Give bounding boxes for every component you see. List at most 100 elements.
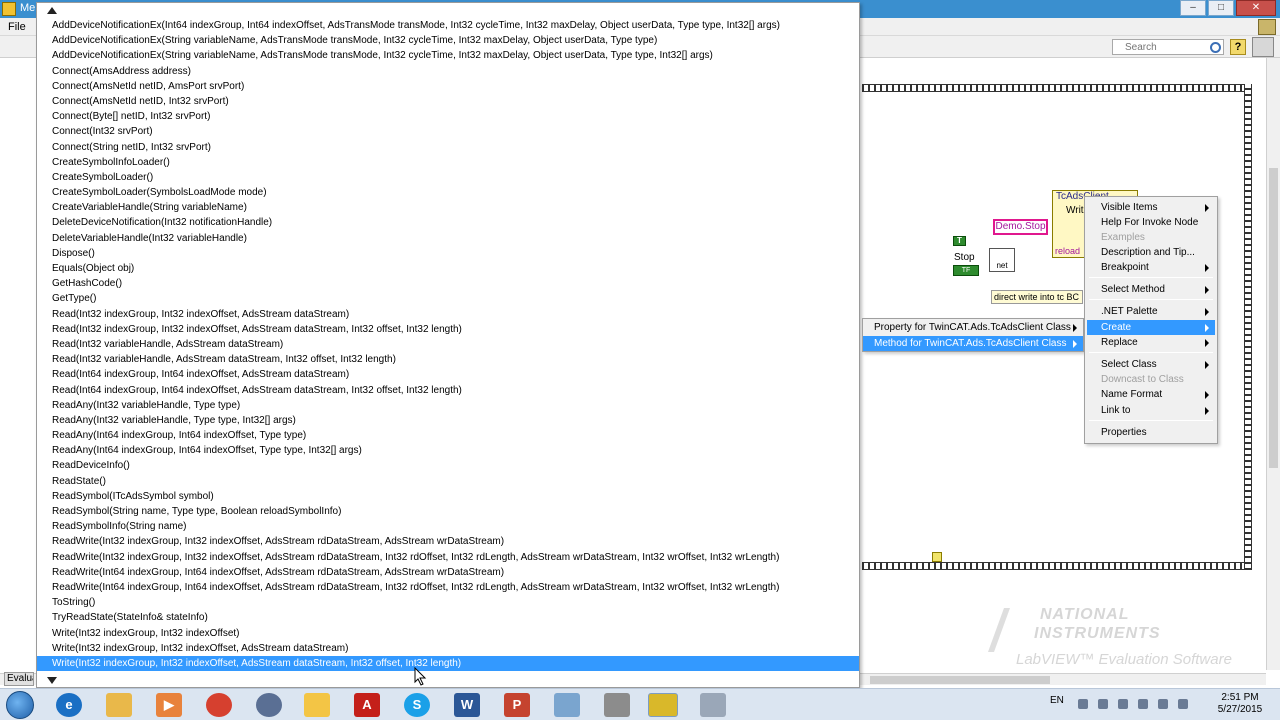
menu-item-link-to[interactable]: Link to — [1087, 403, 1215, 418]
method-list-item[interactable]: Connect(Int32 srvPort) — [37, 124, 859, 139]
true-constant[interactable]: T — [953, 236, 966, 246]
window-taskbar-icon[interactable] — [700, 693, 726, 717]
method-list-item[interactable]: Read(Int32 variableHandle, AdsStream dat… — [37, 352, 859, 367]
tray-icon[interactable] — [1098, 699, 1108, 709]
labview-help-icon[interactable] — [1258, 19, 1276, 35]
menu-item-create[interactable]: Create — [1087, 320, 1215, 335]
vertical-scrollbar[interactable] — [1266, 58, 1280, 670]
method-list-item[interactable]: ReadSymbol(ITcAdsSymbol symbol) — [37, 489, 859, 504]
tray-icon[interactable] — [1158, 699, 1168, 709]
menu-item-property[interactable]: Property for TwinCAT.Ads.TcAdsClient Cla… — [863, 320, 1083, 335]
horizontal-scroll-thumb[interactable] — [870, 676, 1050, 684]
method-list-item[interactable]: Read(Int64 indexGroup, Int64 indexOffset… — [37, 383, 859, 398]
skype-icon[interactable]: S — [404, 693, 430, 717]
method-list-item[interactable]: Read(Int32 indexGroup, Int32 indexOffset… — [37, 322, 859, 337]
menu-item-name-format[interactable]: Name Format — [1087, 387, 1215, 402]
vertical-scroll-thumb[interactable] — [1269, 168, 1278, 468]
method-list-item[interactable]: DeleteVariableHandle(Int32 variableHandl… — [37, 231, 859, 246]
tray-icon[interactable] — [1138, 699, 1148, 709]
method-list-item[interactable]: Equals(Object obj) — [37, 261, 859, 276]
method-list-item[interactable]: CreateSymbolInfoLoader() — [37, 155, 859, 170]
close-button[interactable]: ✕ — [1236, 0, 1276, 16]
clock[interactable]: 2:51 PM 5/27/2015 — [1208, 692, 1272, 716]
vi-icon[interactable] — [1252, 37, 1274, 57]
method-list-item[interactable]: CreateSymbolLoader(SymbolsLoadMode mode) — [37, 185, 859, 200]
method-list-item[interactable]: ReadAny(Int64 indexGroup, Int64 indexOff… — [37, 428, 859, 443]
method-list-item[interactable]: Connect(Byte[] netID, Int32 srvPort) — [37, 109, 859, 124]
acrobat-icon[interactable]: A — [354, 693, 380, 717]
method-list-item[interactable]: CreateSymbolLoader() — [37, 170, 859, 185]
method-list-item[interactable]: ReadWrite(Int32 indexGroup, Int32 indexO… — [37, 550, 859, 565]
method-list-item[interactable]: Read(Int32 variableHandle, AdsStream dat… — [37, 337, 859, 352]
method-list-item[interactable]: TryReadState(StateInfo& stateInfo) — [37, 610, 859, 625]
scroll-up-arrow-icon[interactable] — [47, 7, 57, 14]
menu-item-net-palette[interactable]: .NET Palette — [1087, 304, 1215, 319]
mail-icon[interactable] — [304, 693, 330, 717]
method-list-item[interactable]: Connect(String netID, Int32 srvPort) — [37, 140, 859, 155]
menu-item-breakpoint[interactable]: Breakpoint — [1087, 260, 1215, 275]
stop-terminal[interactable]: TF — [953, 265, 979, 276]
tray-icon[interactable] — [1078, 699, 1088, 709]
powerpoint-icon[interactable]: P — [504, 693, 530, 717]
app-icon[interactable] — [256, 693, 282, 717]
method-list-popup[interactable]: AddDeviceNotificationEx(Int64 indexGroup… — [36, 2, 860, 688]
menu-item-replace[interactable]: Replace — [1087, 335, 1215, 350]
method-list-item[interactable]: ReadSymbol(String name, Type type, Boole… — [37, 504, 859, 519]
tray-icon[interactable] — [1178, 699, 1188, 709]
method-list-item[interactable]: Read(Int32 indexGroup, Int32 indexOffset… — [37, 307, 859, 322]
chrome-icon[interactable] — [206, 693, 232, 717]
method-list-item[interactable]: Connect(AmsNetId netID, AmsPort srvPort) — [37, 79, 859, 94]
method-list-item[interactable]: ReadAny(Int32 variableHandle, Type type) — [37, 398, 859, 413]
method-list-item[interactable]: Connect(AmsAddress address) — [37, 64, 859, 79]
menu-item-properties[interactable]: Properties — [1087, 425, 1215, 440]
menu-file[interactable]: File — [8, 21, 26, 33]
method-list-item[interactable]: ReadWrite(Int64 indexGroup, Int64 indexO… — [37, 580, 859, 595]
minimize-button[interactable]: – — [1180, 0, 1206, 16]
method-list-item[interactable]: AddDeviceNotificationEx(Int64 indexGroup… — [37, 18, 859, 33]
menu-item-visible-items[interactable]: Visible Items — [1087, 200, 1215, 215]
search-icon[interactable] — [1210, 42, 1221, 53]
method-list-item[interactable]: Write(Int32 indexGroup, Int32 indexOffse… — [37, 655, 859, 672]
method-list-item[interactable]: CreateVariableHandle(String variableName… — [37, 200, 859, 215]
word-icon[interactable]: W — [454, 693, 480, 717]
menu-item-help-invoke[interactable]: Help For Invoke Node — [1087, 215, 1215, 230]
maximize-button[interactable]: □ — [1208, 0, 1234, 16]
method-list-item[interactable]: ReadDeviceInfo() — [37, 458, 859, 473]
method-list-item[interactable]: ToString() — [37, 595, 859, 610]
ie-icon[interactable]: e — [56, 693, 82, 717]
scroll-down-arrow-icon[interactable] — [47, 677, 57, 684]
method-list-item[interactable]: GetType() — [37, 291, 859, 306]
method-list-item[interactable]: GetHashCode() — [37, 276, 859, 291]
method-list-item[interactable]: Read(Int64 indexGroup, Int64 indexOffset… — [37, 367, 859, 382]
method-list-item[interactable]: ReadAny(Int64 indexGroup, Int64 indexOff… — [37, 443, 859, 458]
menu-item-description[interactable]: Description and Tip... — [1087, 245, 1215, 260]
start-button[interactable] — [6, 691, 34, 719]
method-list-item[interactable]: ReadWrite(Int64 indexGroup, Int64 indexO… — [37, 565, 859, 580]
loop-iteration-terminal[interactable] — [932, 552, 942, 562]
method-list-item[interactable]: Write(Int32 indexGroup, Int32 indexOffse… — [37, 626, 859, 641]
search-input[interactable] — [1113, 40, 1207, 54]
menu-item-select-class[interactable]: Select Class — [1087, 357, 1215, 372]
language-indicator[interactable]: EN — [1050, 695, 1064, 706]
search-box[interactable] — [1112, 39, 1224, 55]
menu-item-method[interactable]: Method for TwinCAT.Ads.TcAdsClient Class — [863, 336, 1083, 351]
tray-icon[interactable] — [1118, 699, 1128, 709]
media-player-icon[interactable]: ▶ — [156, 693, 182, 717]
method-list-item[interactable]: Dispose() — [37, 246, 859, 261]
labview-taskbar-icon[interactable] — [648, 693, 678, 717]
method-list-item[interactable]: ReadSymbolInfo(String name) — [37, 519, 859, 534]
method-list-item[interactable]: ReadAny(Int32 variableHandle, Type type,… — [37, 413, 859, 428]
method-list-item[interactable]: ReadWrite(Int32 indexGroup, Int32 indexO… — [37, 534, 859, 549]
demo-stop-constant[interactable]: Demo.Stop — [993, 219, 1048, 235]
network-icon[interactable] — [604, 693, 630, 717]
method-list-item[interactable]: AddDeviceNotificationEx(String variableN… — [37, 33, 859, 48]
file-explorer-icon[interactable] — [106, 693, 132, 717]
method-list-item[interactable]: Connect(AmsNetId netID, Int32 srvPort) — [37, 94, 859, 109]
method-list-item[interactable]: ReadState() — [37, 474, 859, 489]
menu-item-select-method[interactable]: Select Method — [1087, 282, 1215, 297]
method-list-item[interactable]: DeleteDeviceNotification(Int32 notificat… — [37, 215, 859, 230]
context-help-icon[interactable]: ? — [1230, 39, 1246, 55]
tool-icon[interactable] — [554, 693, 580, 717]
net-constructor-node[interactable]: net — [989, 248, 1015, 272]
method-list-item[interactable]: AddDeviceNotificationEx(String variableN… — [37, 48, 859, 63]
